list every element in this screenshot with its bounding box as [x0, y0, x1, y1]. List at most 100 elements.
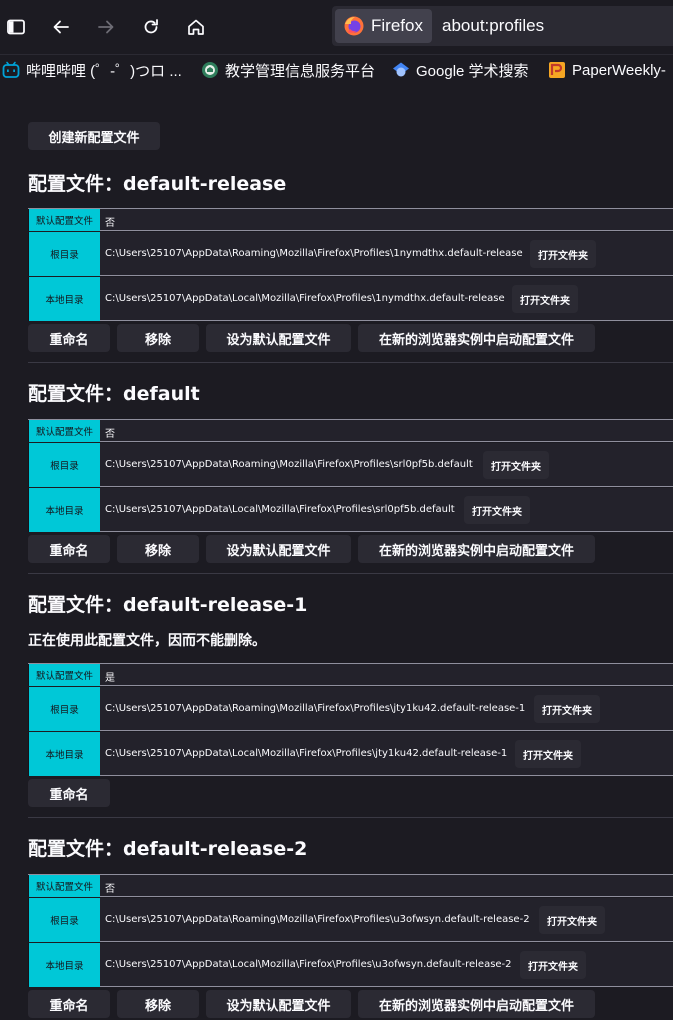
default-value: 否	[105, 429, 115, 440]
root-dir-path: C:\Users\25107\AppData\Roaming\Mozilla\F…	[105, 459, 473, 470]
set-default-button[interactable]: 设为默认配置文件	[206, 324, 351, 352]
bookmark-label: 教学管理信息服务平台	[225, 62, 376, 80]
arrow-left-icon	[53, 20, 69, 34]
open-folder-button[interactable]: 打开文件夹	[515, 740, 581, 768]
profile-divider	[28, 817, 673, 818]
bookmark-jwxt[interactable]: 教学管理信息服务平台	[201, 59, 375, 81]
browser-toolbar: Firefox about:profiles	[0, 0, 673, 55]
table-row-root: 根目录 C:\Users\25107\AppData\Roaming\Mozil…	[28, 898, 673, 942]
launch-profile-button[interactable]: 在新的浏览器实例中启动配置文件	[358, 990, 595, 1018]
profile-heading: 配置文件：default	[28, 383, 200, 405]
root-dir-label: 根目录	[28, 443, 100, 487]
bookmark-label: PaperWeekly-	[572, 61, 666, 79]
profile-heading: 配置文件：default-release	[28, 173, 287, 195]
open-folder-button[interactable]: 打开文件夹	[464, 496, 530, 524]
university-icon	[202, 62, 218, 78]
profile-divider	[28, 573, 673, 574]
table-row-local: 本地目录 C:\Users\25107\AppData\Local\Mozill…	[28, 277, 673, 321]
google-scholar-icon	[393, 62, 409, 77]
in-use-note: 正在使用此配置文件，因而不能删除。	[28, 633, 266, 649]
launch-profile-button[interactable]: 在新的浏览器实例中启动配置文件	[358, 324, 595, 352]
rename-button[interactable]: 重命名	[28, 990, 110, 1018]
bookmarks-toolbar: 哔哩哔哩 (゜-゜)つロ ... 教学管理信息服务平台 Google 学术搜索 …	[0, 55, 673, 85]
rename-button[interactable]: 重命名	[28, 779, 110, 807]
back-button[interactable]	[45, 11, 77, 43]
table-row-default: 默认配置文件 否	[28, 875, 673, 897]
table-row-root: 根目录 C:\Users\25107\AppData\Roaming\Mozil…	[28, 687, 673, 731]
open-folder-button[interactable]: 打开文件夹	[520, 951, 586, 979]
local-dir-label: 本地目录	[28, 277, 100, 321]
rename-button[interactable]: 重命名	[28, 324, 110, 352]
local-dir-path: C:\Users\25107\AppData\Local\Mozilla\Fir…	[105, 293, 505, 304]
sidebar-icon	[7, 19, 25, 35]
bookmark-paperweekly[interactable]: PaperWeekly-	[548, 59, 666, 81]
root-dir-label: 根目录	[28, 898, 100, 942]
table-row-default: 默认配置文件 是	[28, 664, 673, 686]
paperweekly-icon	[549, 62, 565, 78]
root-dir-path: C:\Users\25107\AppData\Roaming\Mozilla\F…	[105, 703, 526, 714]
open-folder-button[interactable]: 打开文件夹	[530, 240, 596, 268]
table-row-default: 默认配置文件 否	[28, 420, 673, 442]
profile-table: 默认配置文件 否 根目录 C:\Users\25107\AppData\Roam…	[28, 419, 673, 532]
default-value: 否	[105, 218, 115, 229]
profile-divider	[28, 362, 673, 363]
rename-button[interactable]: 重命名	[28, 535, 110, 563]
create-profile-button[interactable]: 创建新配置文件	[28, 122, 160, 150]
remove-button[interactable]: 移除	[117, 535, 199, 563]
local-dir-label: 本地目录	[28, 488, 100, 532]
local-dir-path: C:\Users\25107\AppData\Local\Mozilla\Fir…	[105, 504, 455, 515]
root-dir-label: 根目录	[28, 232, 100, 276]
identity-box[interactable]: Firefox	[335, 9, 432, 43]
home-icon	[188, 19, 204, 35]
profiles-page: 创建新配置文件 配置文件：default-release 默认配置文件 否 根目…	[0, 86, 673, 1020]
open-folder-button[interactable]: 打开文件夹	[512, 285, 578, 313]
launch-profile-button[interactable]: 在新的浏览器实例中启动配置文件	[358, 535, 595, 563]
bookmark-label: Google 学术搜索	[416, 62, 529, 80]
forward-button[interactable]	[90, 11, 122, 43]
local-dir-path: C:\Users\25107\AppData\Local\Mozilla\Fir…	[105, 959, 512, 970]
profile-table: 默认配置文件 否 根目录 C:\Users\25107\AppData\Roam…	[28, 874, 673, 987]
remove-button[interactable]: 移除	[117, 324, 199, 352]
table-row-local: 本地目录 C:\Users\25107\AppData\Local\Mozill…	[28, 488, 673, 532]
default-label: 默认配置文件	[28, 209, 100, 231]
bookmark-bilibili[interactable]: 哔哩哔哩 (゜-゜)つロ ...	[2, 59, 182, 81]
set-default-button[interactable]: 设为默认配置文件	[206, 990, 351, 1018]
identity-label: Firefox	[371, 16, 423, 35]
table-row-root: 根目录 C:\Users\25107\AppData\Roaming\Mozil…	[28, 443, 673, 487]
bookmark-google-scholar[interactable]: Google 学术搜索	[392, 59, 529, 81]
set-default-button[interactable]: 设为默认配置文件	[206, 535, 351, 563]
open-folder-button[interactable]: 打开文件夹	[539, 906, 605, 934]
root-dir-path: C:\Users\25107\AppData\Roaming\Mozilla\F…	[105, 248, 523, 259]
local-dir-label: 本地目录	[28, 943, 100, 987]
default-value: 是	[105, 673, 115, 684]
home-button[interactable]	[180, 11, 212, 43]
default-label: 默认配置文件	[28, 664, 100, 686]
url-bar[interactable]: Firefox about:profiles	[332, 6, 673, 46]
root-dir-path: C:\Users\25107\AppData\Roaming\Mozilla\F…	[105, 914, 530, 925]
default-label: 默认配置文件	[28, 875, 100, 897]
profile-heading: 配置文件：default-release-2	[28, 838, 308, 860]
table-row-default: 默认配置文件 否	[28, 209, 673, 231]
remove-button[interactable]: 移除	[117, 990, 199, 1018]
reload-icon	[144, 19, 158, 34]
bookmark-label: 哔哩哔哩 (゜-゜)つロ ...	[26, 62, 182, 80]
profile-table: 默认配置文件 否 根目录 C:\Users\25107\AppData\Roam…	[28, 208, 673, 321]
root-dir-label: 根目录	[28, 687, 100, 731]
open-folder-button[interactable]: 打开文件夹	[483, 451, 549, 479]
sidebar-toggle-button[interactable]	[0, 11, 32, 43]
profile-heading: 配置文件：default-release-1	[28, 594, 308, 616]
table-row-local: 本地目录 C:\Users\25107\AppData\Local\Mozill…	[28, 943, 673, 987]
bilibili-icon	[2, 61, 20, 78]
reload-button[interactable]	[135, 11, 167, 43]
firefox-logo-icon	[344, 16, 364, 36]
default-label: 默认配置文件	[28, 420, 100, 442]
local-dir-path: C:\Users\25107\AppData\Local\Mozilla\Fir…	[105, 748, 508, 759]
default-value: 否	[105, 884, 115, 895]
profile-table: 默认配置文件 是 根目录 C:\Users\25107\AppData\Roam…	[28, 663, 673, 776]
url-text[interactable]: about:profiles	[442, 16, 544, 36]
open-folder-button[interactable]: 打开文件夹	[534, 695, 600, 723]
arrow-right-icon	[98, 20, 114, 34]
table-row-local: 本地目录 C:\Users\25107\AppData\Local\Mozill…	[28, 732, 673, 776]
local-dir-label: 本地目录	[28, 732, 100, 776]
table-row-root: 根目录 C:\Users\25107\AppData\Roaming\Mozil…	[28, 232, 673, 276]
